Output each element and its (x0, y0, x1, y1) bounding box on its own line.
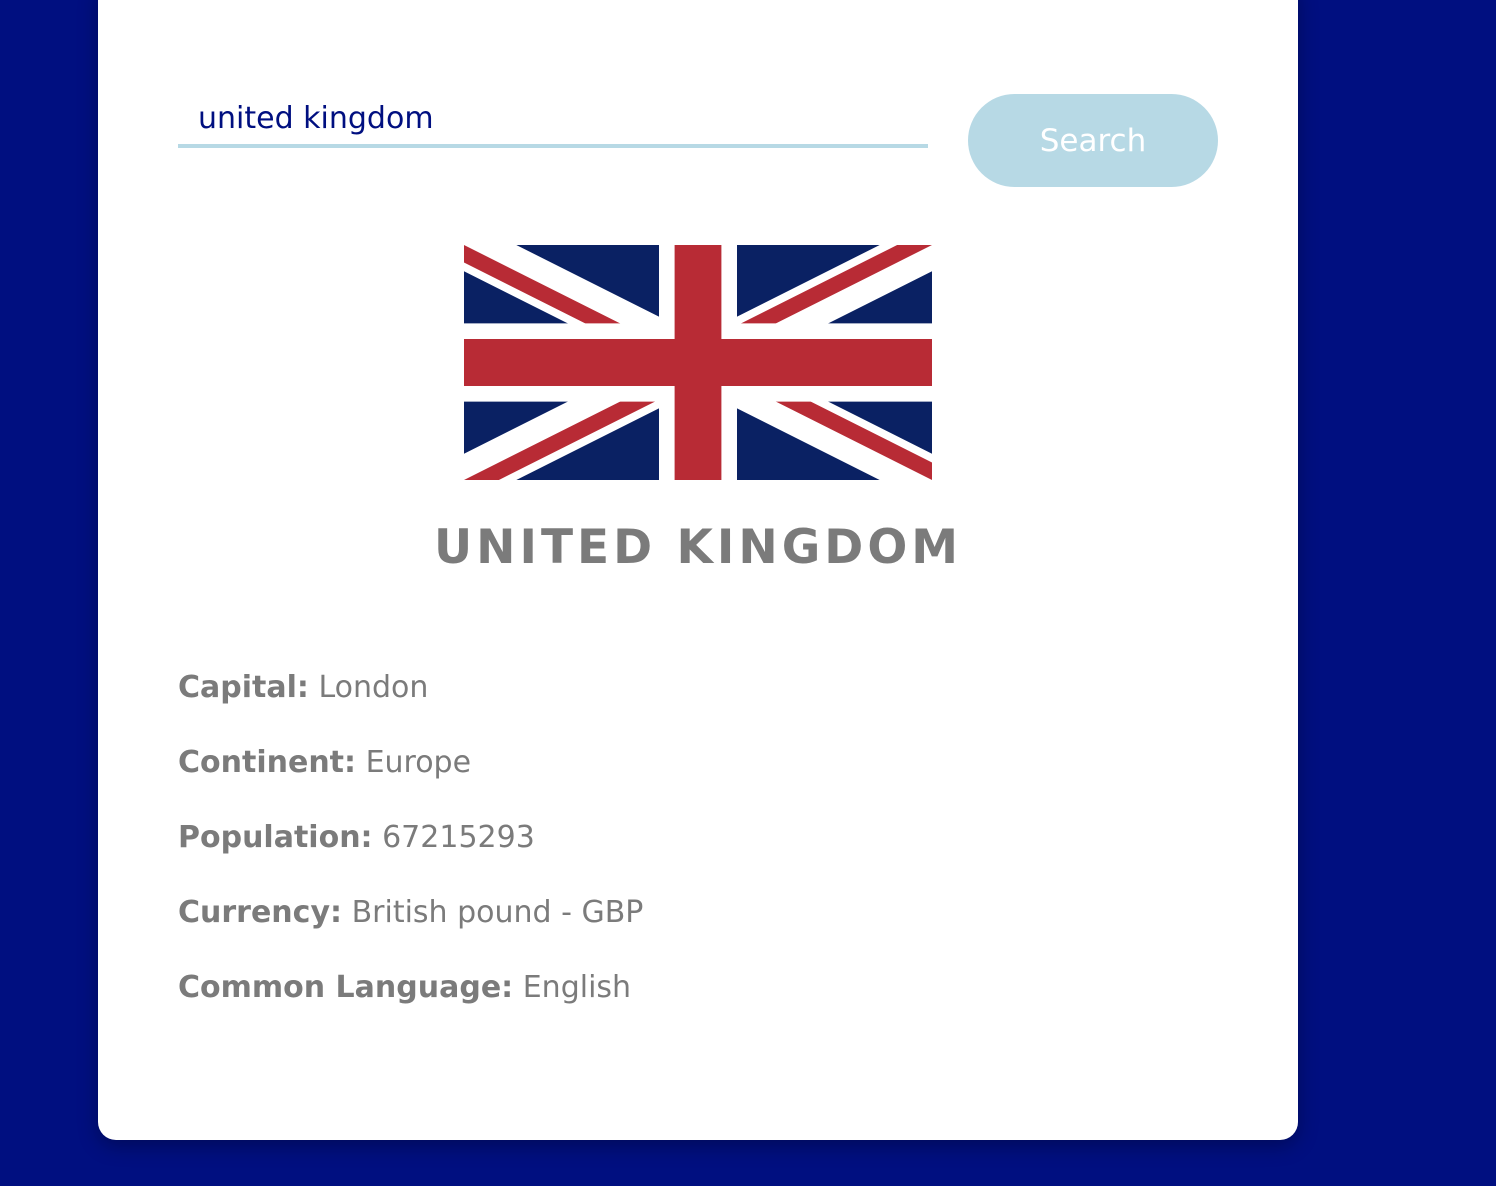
detail-label: Population: (178, 820, 373, 855)
detail-label: Capital: (178, 670, 309, 705)
country-search-input[interactable] (178, 92, 928, 148)
country-details: Capital: London Continent: Europe Popula… (178, 668, 643, 1043)
country-name-heading: UNITED KINGDOM (433, 520, 963, 575)
detail-currency: Currency: British pound - GBP (178, 893, 643, 968)
detail-label: Common Language: (178, 970, 514, 1005)
detail-label: Currency: (178, 895, 343, 930)
search-button[interactable]: Search (968, 94, 1218, 187)
detail-label: Continent: (178, 745, 357, 780)
detail-value: Europe (365, 745, 472, 780)
detail-value: 67215293 (382, 820, 535, 855)
detail-capital: Capital: London (178, 668, 643, 743)
detail-value: British pound - GBP (351, 895, 644, 930)
detail-value: London (318, 670, 429, 705)
detail-value: English (522, 970, 632, 1005)
union-jack-flag-icon (464, 245, 932, 480)
detail-continent: Continent: Europe (178, 743, 643, 818)
detail-population: Population: 67215293 (178, 818, 643, 893)
detail-language: Common Language: English (178, 968, 643, 1043)
country-card: Search UNITED KINGDOM Capital: London Co… (98, 0, 1298, 1140)
